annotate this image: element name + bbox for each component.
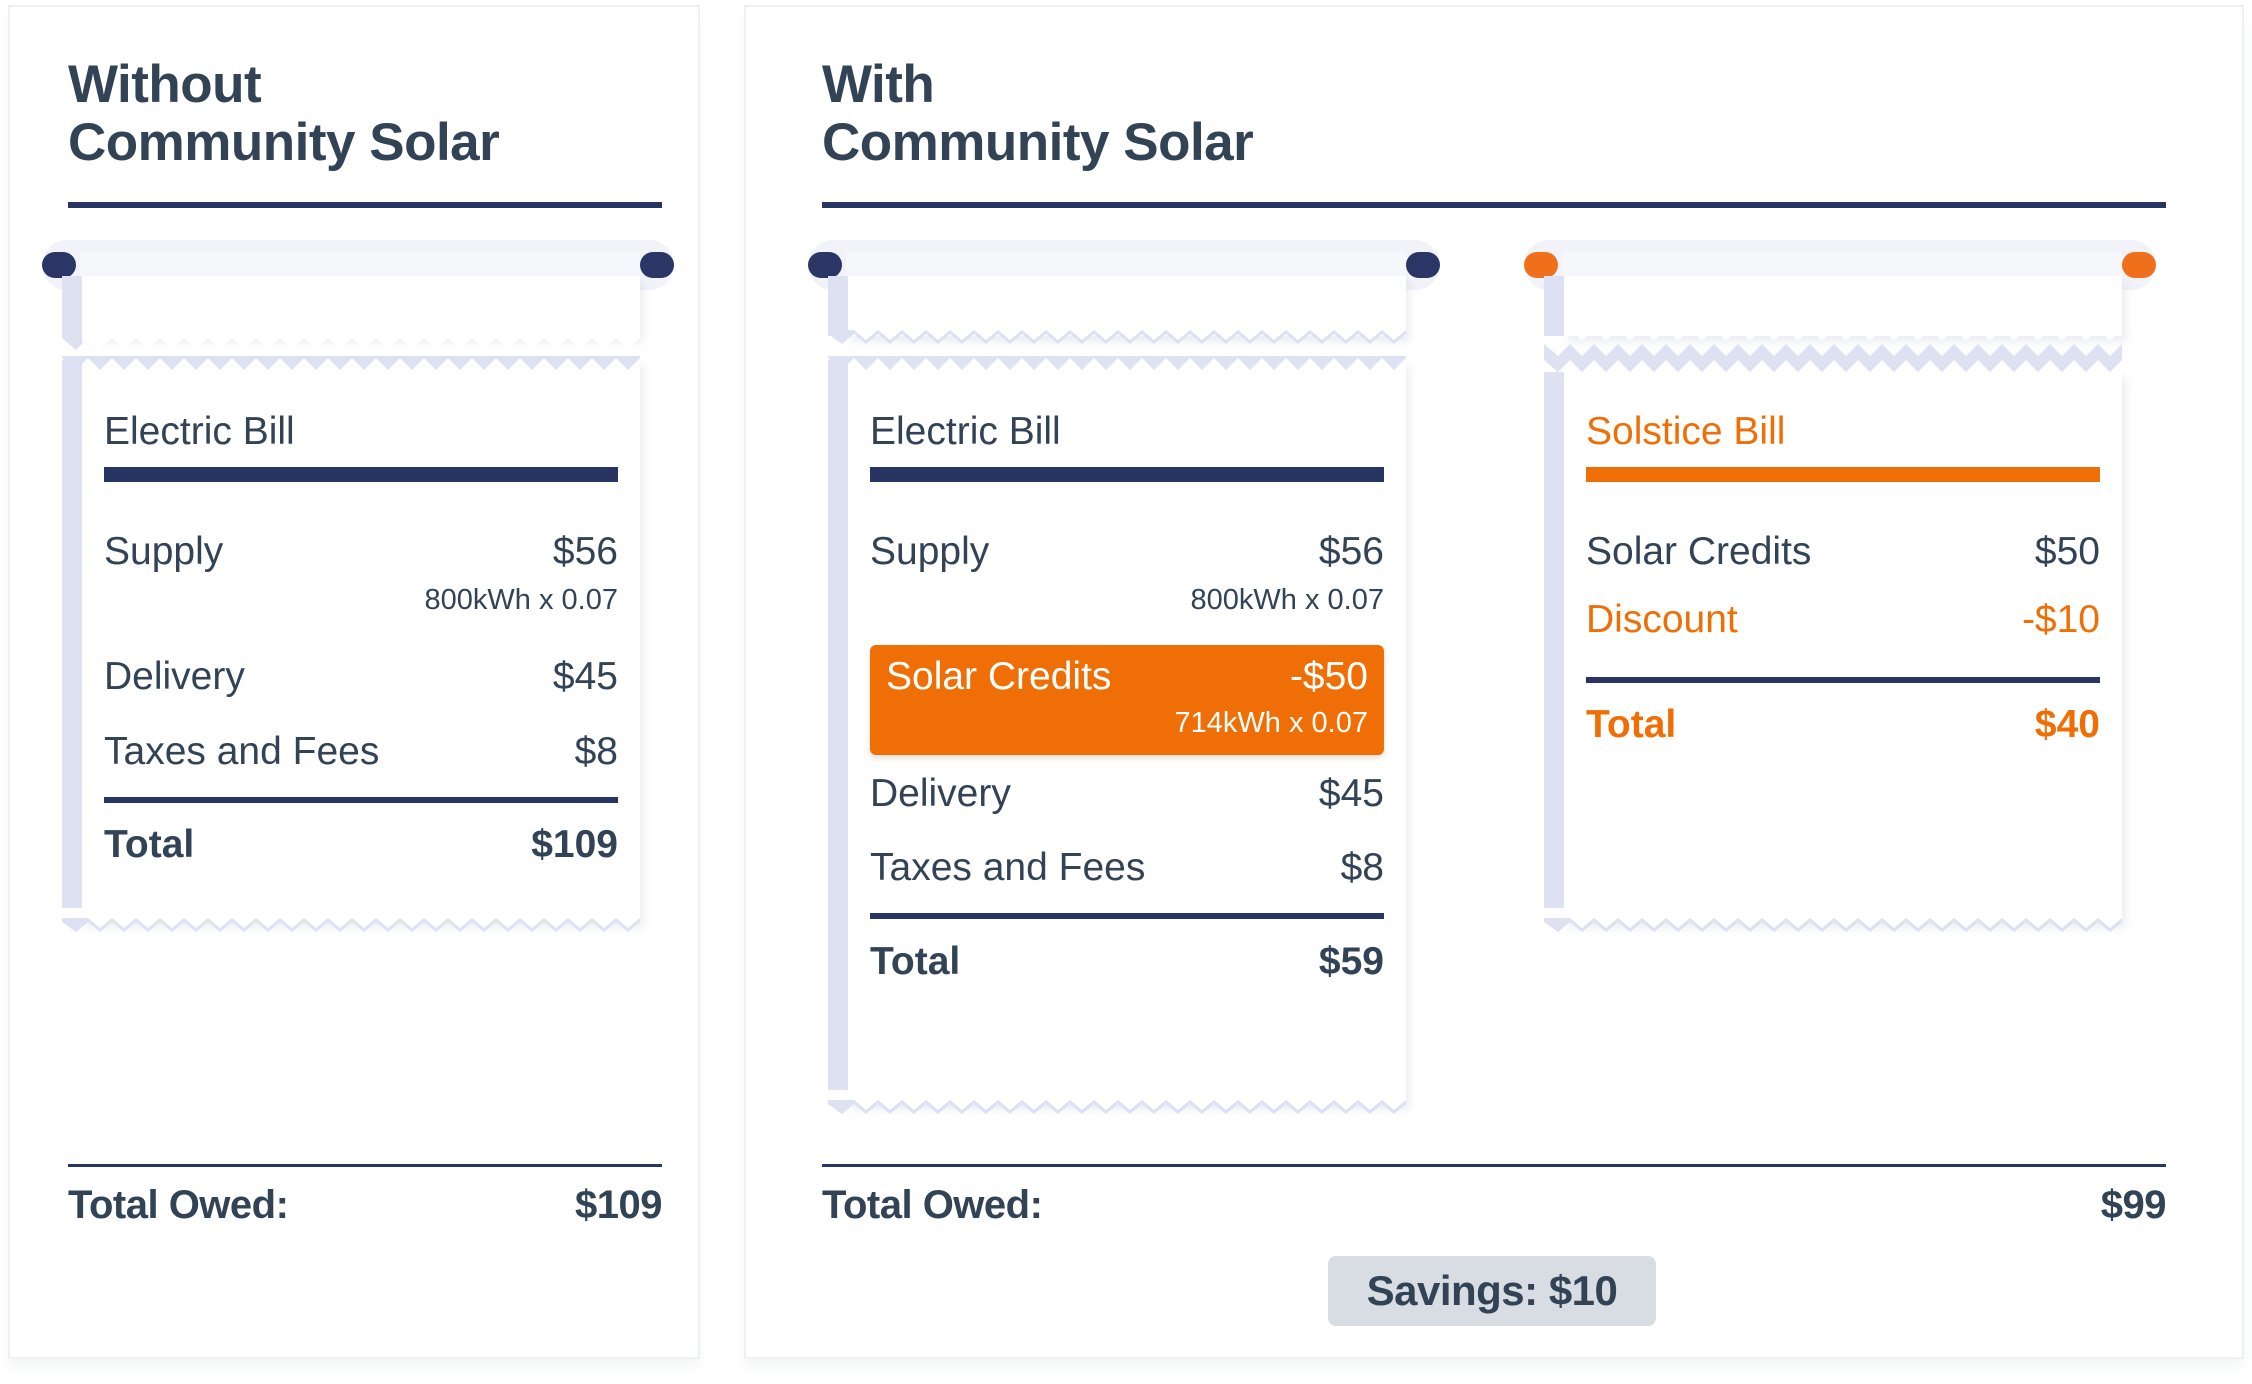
heading-line-2: Community Solar <box>68 113 500 172</box>
supply-amount: $56 <box>552 530 618 573</box>
discount-row: Discount -$10 <box>1586 598 2100 642</box>
solar-credits-amount: -$50 <box>1289 655 1368 698</box>
total-label: Total <box>1586 703 1677 746</box>
supply-detail: 800kWh x 0.07 <box>1190 584 1384 616</box>
solar-credits-label: Solar Credits <box>1586 530 1812 573</box>
taxes-amount: $8 <box>574 730 618 773</box>
taxes-label: Taxes and Fees <box>104 730 380 773</box>
heading-line-1: Without <box>68 55 262 114</box>
receipt-tear-top <box>62 276 640 350</box>
roller-cap-left <box>808 252 842 278</box>
total-owed-label: Total Owed: <box>68 1183 289 1227</box>
solar-credits-row: Solar Credits $50 <box>1586 530 2100 574</box>
total-owed-divider <box>822 1164 2166 1167</box>
supply-amount: $56 <box>1318 530 1384 573</box>
delivery-row: Delivery $45 <box>870 772 1384 816</box>
tear-edge <box>828 330 1406 346</box>
total-label: Total <box>104 823 195 866</box>
heading-divider <box>68 202 662 208</box>
roller-cap-left <box>42 252 76 278</box>
total-divider <box>1586 677 2100 683</box>
total-owed-row: Total Owed: $99 <box>822 1183 2167 1228</box>
solar-credits-label: Solar Credits <box>886 655 1112 698</box>
total-row: Total $109 <box>104 823 618 867</box>
discount-label: Discount <box>1586 598 1738 641</box>
solstice-bill-receipt <box>1544 372 2122 922</box>
without-heading: Without Community Solar <box>68 55 500 172</box>
receipt-edge <box>1544 276 1564 336</box>
tear-edge-bottom <box>828 1100 1406 1116</box>
supply-row: Supply $56 <box>870 530 1384 574</box>
receipt-edge <box>62 276 82 336</box>
solar-credits-highlight: Solar Credits -$50 714kWh x 0.07 <box>870 645 1384 755</box>
roller-cap-left <box>1524 252 1558 278</box>
roller-slot <box>1562 252 2122 276</box>
total-label: Total <box>870 940 961 983</box>
solar-credits-row: Solar Credits -$50 <box>886 655 1368 699</box>
delivery-amount: $45 <box>1318 772 1384 815</box>
discount-amount: -$10 <box>2021 598 2100 641</box>
delivery-amount: $45 <box>552 655 618 698</box>
roller-cap-right <box>2122 252 2156 278</box>
receipt-edge <box>828 276 848 336</box>
taxes-row: Taxes and Fees $8 <box>870 846 1384 890</box>
total-amount: $40 <box>2034 703 2100 746</box>
electric-bill-title: Electric Bill <box>870 410 1061 453</box>
total-row: Total $59 <box>870 940 1384 984</box>
bill-title-rule <box>1586 467 2100 482</box>
receipt-tear-top <box>1544 276 2122 336</box>
total-divider <box>104 797 618 803</box>
heading-line-1: With <box>822 55 935 114</box>
heading-divider <box>822 202 2166 208</box>
roller-slot <box>846 252 1406 276</box>
total-amount: $109 <box>531 823 618 866</box>
roller-cap-right <box>640 252 674 278</box>
roller-cap-right <box>1406 252 1440 278</box>
taxes-row: Taxes and Fees $8 <box>104 730 618 774</box>
tear-edge-bottom <box>1544 918 2122 934</box>
tear-edge-top <box>828 356 1406 372</box>
supply-label: Supply <box>870 530 990 573</box>
bill-title-rule <box>870 467 1384 482</box>
receipt-tear-top <box>828 276 1406 336</box>
tear-edge <box>1544 330 2122 372</box>
solar-credits-detail: 714kWh x 0.07 <box>1174 707 1368 739</box>
total-row: Total $40 <box>1586 703 2100 747</box>
delivery-label: Delivery <box>104 655 245 698</box>
supply-label: Supply <box>104 530 224 573</box>
roller-slot <box>80 252 640 276</box>
supply-row: Supply $56 <box>104 530 618 574</box>
total-owed-divider <box>68 1164 662 1167</box>
total-divider <box>870 913 1384 919</box>
receipt-edge <box>828 360 848 1090</box>
tear-edge <box>62 332 640 356</box>
receipt-edge <box>62 360 82 908</box>
supply-detail: 800kWh x 0.07 <box>424 584 618 616</box>
electric-bill-title: Electric Bill <box>104 410 295 453</box>
solstice-bill-title: Solstice Bill <box>1586 410 1786 453</box>
total-owed-row: Total Owed: $109 <box>68 1183 662 1228</box>
receipt-edge <box>1544 372 1564 908</box>
savings-badge: Savings: $10 <box>1328 1256 1656 1326</box>
bill-title-rule <box>104 467 618 482</box>
delivery-row: Delivery $45 <box>104 655 618 699</box>
total-owed-amount: $99 <box>2100 1183 2167 1227</box>
heading-line-2: Community Solar <box>822 113 1254 172</box>
with-heading: With Community Solar <box>822 55 1254 172</box>
total-amount: $59 <box>1318 940 1384 983</box>
taxes-label: Taxes and Fees <box>870 846 1146 889</box>
delivery-label: Delivery <box>870 772 1011 815</box>
tear-edge-top <box>62 356 640 372</box>
taxes-amount: $8 <box>1340 846 1384 889</box>
total-owed-label: Total Owed: <box>822 1183 1043 1227</box>
solar-credits-amount: $50 <box>2034 530 2100 573</box>
tear-edge-bottom <box>62 918 640 934</box>
total-owed-amount: $109 <box>575 1183 662 1227</box>
